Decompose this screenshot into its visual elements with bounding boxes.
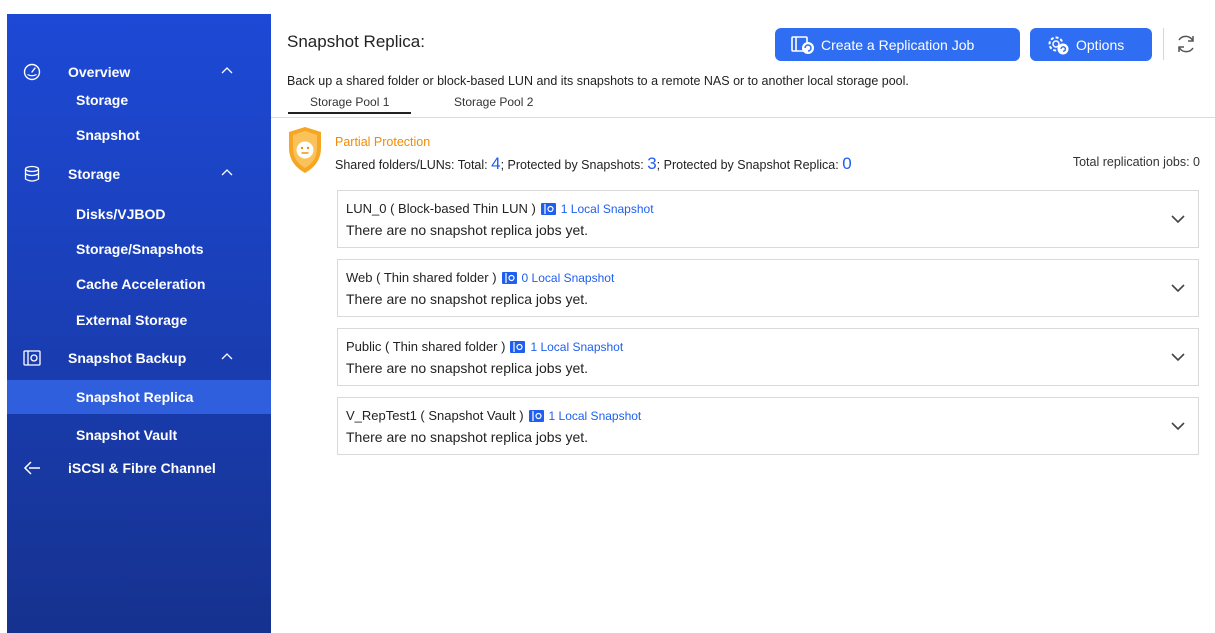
sidebar-group-label: Snapshot Backup xyxy=(68,350,187,366)
replica-card-lun-0[interactable]: LUN_0 ( Block-based Thin LUN ) 1 Local S… xyxy=(337,190,1199,248)
card-message: There are no snapshot replica jobs yet. xyxy=(346,291,589,307)
sidebar-item-storage[interactable]: Storage xyxy=(7,83,271,117)
chevron-down-icon[interactable] xyxy=(1170,351,1186,363)
sidebar-item-external-storage[interactable]: External Storage xyxy=(7,303,271,337)
card-name: V_RepTest1 ( Snapshot Vault ) xyxy=(346,408,524,423)
card-name: LUN_0 ( Block-based Thin LUN ) xyxy=(346,201,536,216)
snapshot-icon xyxy=(510,340,526,353)
chevron-down-icon[interactable] xyxy=(1170,282,1186,294)
refresh-icon[interactable] xyxy=(1174,32,1198,56)
snapshot-icon xyxy=(528,409,544,422)
tab-divider xyxy=(271,117,1215,118)
snapshot-icon xyxy=(501,271,517,284)
create-button-label: Create a Replication Job xyxy=(821,36,975,53)
options-button[interactable]: Options xyxy=(1030,28,1152,61)
sidebar-group-label: Storage xyxy=(68,166,121,182)
chevron-down-icon[interactable] xyxy=(1170,213,1186,225)
page-title: Snapshot Replica: xyxy=(287,32,425,51)
total-replication-jobs: Total replication jobs: 0 xyxy=(1072,155,1200,169)
sidebar-group-snapshot-backup[interactable]: Snapshot Backup xyxy=(7,343,271,373)
sidebar-item-disks-vjbod[interactable]: Disks/VJBOD xyxy=(7,197,271,231)
database-icon xyxy=(24,165,40,182)
warning-shield-icon xyxy=(289,127,321,173)
card-header: V_RepTest1 ( Snapshot Vault ) 1 Local Sn… xyxy=(346,408,641,423)
snapshot-icon xyxy=(23,350,41,366)
card-header: Web ( Thin shared folder ) 0 Local Snaps… xyxy=(346,270,614,285)
tab-storage-pool-1[interactable]: Storage Pool 1 xyxy=(287,95,412,114)
tab-storage-pool-2[interactable]: Storage Pool 2 xyxy=(454,95,533,109)
sidebar-item-cache-acceleration[interactable]: Cache Acceleration xyxy=(7,267,271,301)
sidebar-item-label: External Storage xyxy=(76,312,188,328)
sidebar-item-label: Storage/Snapshots xyxy=(76,241,204,257)
main-panel: Snapshot Replica: Create a Replication J… xyxy=(271,0,1215,633)
sidebar-group-label: iSCSI & Fibre Channel xyxy=(68,460,216,476)
sidebar-item-snapshot[interactable]: Snapshot xyxy=(7,118,271,152)
sidebar-item-label: Snapshot Replica xyxy=(76,389,194,405)
sidebar-item-label: Cache Acceleration xyxy=(76,276,206,292)
snapshot-icon xyxy=(540,202,556,215)
gauge-icon xyxy=(23,63,41,81)
stat-label-total: Shared folders/LUNs: Total: xyxy=(335,158,492,172)
stat-value-total: 4 xyxy=(491,154,501,173)
sidebar: Overview Storage Snapshot Storage Disks/… xyxy=(7,14,271,633)
replica-card-web[interactable]: Web ( Thin shared folder ) 0 Local Snaps… xyxy=(337,259,1199,317)
card-message: There are no snapshot replica jobs yet. xyxy=(346,360,589,376)
sidebar-group-iscsi[interactable]: iSCSI & Fibre Channel xyxy=(7,453,271,483)
card-header: Public ( Thin shared folder ) 1 Local Sn… xyxy=(346,339,623,354)
card-name: Public ( Thin shared folder ) xyxy=(346,339,506,354)
card-message: There are no snapshot replica jobs yet. xyxy=(346,222,589,238)
replica-card-v-reptest1[interactable]: V_RepTest1 ( Snapshot Vault ) 1 Local Sn… xyxy=(337,397,1199,455)
protection-stats: Shared folders/LUNs: Total: 4; Protected… xyxy=(335,154,852,174)
card-message: There are no snapshot replica jobs yet. xyxy=(346,429,589,445)
chevron-down-icon[interactable] xyxy=(1170,420,1186,432)
sidebar-item-label: Disks/VJBOD xyxy=(76,206,166,222)
sidebar-item-storage-snapshots[interactable]: Storage/Snapshots xyxy=(7,232,271,266)
stat-label-replica: ; Protected by Snapshot Replica: xyxy=(656,158,843,172)
stat-value-replica: 0 xyxy=(842,154,852,173)
chevron-up-icon[interactable] xyxy=(221,352,233,360)
local-snapshot-link[interactable]: 1 Local Snapshot xyxy=(561,202,654,216)
sidebar-item-label: Storage xyxy=(76,92,129,108)
chevron-up-icon[interactable] xyxy=(221,168,233,176)
sidebar-item-label: Snapshot Vault xyxy=(76,427,178,443)
sidebar-group-storage[interactable]: Storage xyxy=(7,159,271,189)
sidebar-item-snapshot-replica[interactable]: Snapshot Replica xyxy=(7,380,271,414)
iscsi-icon xyxy=(23,461,40,475)
local-snapshot-link[interactable]: 1 Local Snapshot xyxy=(530,340,623,354)
toolbar-divider xyxy=(1163,28,1164,60)
gear-icon xyxy=(1048,36,1069,54)
card-name: Web ( Thin shared folder ) xyxy=(346,270,497,285)
sidebar-group-label: Overview xyxy=(68,64,131,80)
local-snapshot-link[interactable]: 0 Local Snapshot xyxy=(522,271,615,285)
sidebar-item-snapshot-vault[interactable]: Snapshot Vault xyxy=(7,418,271,452)
protection-status: Partial Protection xyxy=(335,135,431,149)
options-button-label: Options xyxy=(1076,36,1125,53)
replica-card-public[interactable]: Public ( Thin shared folder ) 1 Local Sn… xyxy=(337,328,1199,386)
card-header: LUN_0 ( Block-based Thin LUN ) 1 Local S… xyxy=(346,201,654,216)
stat-value-protected: 3 xyxy=(647,154,657,173)
create-replication-job-button[interactable]: Create a Replication Job xyxy=(775,28,1020,61)
replication-icon xyxy=(791,35,814,54)
stat-label-protected: ; Protected by Snapshots: xyxy=(500,158,648,172)
local-snapshot-link[interactable]: 1 Local Snapshot xyxy=(549,409,642,423)
page-description: Back up a shared folder or block-based L… xyxy=(287,74,909,88)
chevron-up-icon[interactable] xyxy=(221,66,233,74)
sidebar-item-label: Snapshot xyxy=(76,127,140,143)
